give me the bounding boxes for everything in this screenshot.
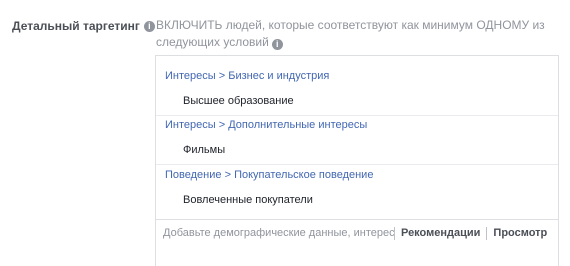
panel-continuation [155,246,559,266]
recommendations-button[interactable]: Рекомендации [395,227,486,239]
targeting-breadcrumb: Поведение > Покупательское поведение [165,169,373,181]
targeting-search-bar: Рекомендации Просмотр [155,219,559,246]
selected-targeting-panel: Интересы > Бизнес и индустрия Высшее обр… [155,55,559,246]
detailed-targeting-label: Детальный таргетинг [12,19,140,33]
breadcrumb-separator: > [218,70,226,82]
selected-targeting-item[interactable]: Вовлеченные покупатели [183,194,313,206]
breadcrumb-subcategory[interactable]: Дополнительные интересы [228,119,367,131]
targeting-search-input[interactable] [156,220,394,246]
breadcrumb-category[interactable]: Поведение [165,169,222,181]
breadcrumb-category[interactable]: Интересы [165,119,216,131]
breadcrumb-subcategory[interactable]: Бизнес и индустрия [228,70,329,82]
targeting-description: ВКЛЮЧИТЬ людей, которые соответствуют ка… [156,17,546,51]
info-icon[interactable]: i [271,39,283,50]
targeting-breadcrumb: Интересы > Дополнительные интересы [165,119,367,131]
targeting-description-text: ВКЛЮЧИТЬ людей, которые соответствуют ка… [156,18,545,49]
info-icon[interactable]: i [143,20,155,32]
breadcrumb-separator: > [224,169,231,181]
selected-targeting-item[interactable]: Фильмы [183,144,225,156]
targeting-breadcrumb: Интересы > Бизнес и индустрия [165,70,329,82]
detailed-targeting-label-row: Детальный таргетинг i [12,19,155,33]
breadcrumb-separator: > [218,119,226,131]
browse-button[interactable]: Просмотр [487,227,553,239]
group-divider [156,164,558,165]
breadcrumb-category[interactable]: Интересы [165,70,216,82]
selected-targeting-item[interactable]: Высшее образование [183,95,294,107]
group-divider [156,115,558,116]
breadcrumb-subcategory[interactable]: Покупательское поведение [234,169,373,181]
